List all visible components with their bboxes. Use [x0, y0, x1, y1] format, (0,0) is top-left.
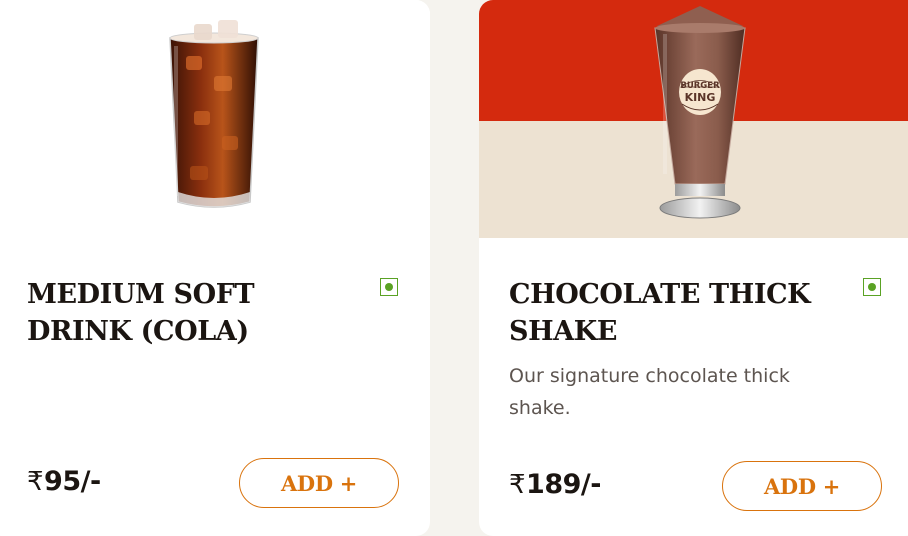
product-image-area — [0, 0, 430, 238]
product-description: Our signature chocolate thick shake. — [509, 365, 790, 419]
rupee-symbol: ₹ — [509, 470, 526, 500]
product-image-area: BURGER KING — [479, 0, 908, 238]
price-value: 189/- — [526, 469, 601, 500]
logo-text-top: BURGER — [680, 81, 720, 91]
add-to-cart-button[interactable]: ADD + — [722, 461, 882, 511]
product-card-chocolate-shake[interactable]: BURGER KING CHOCOLATE THICK SHAKE Our si… — [479, 0, 908, 536]
cola-glass-image — [169, 20, 259, 208]
product-card-cola[interactable]: MEDIUM SOFT DRINK (COLA) ₹95/- ADD + — [0, 0, 430, 536]
veg-indicator-icon — [863, 278, 881, 296]
rupee-symbol: ₹ — [27, 467, 44, 497]
price-value: 95/- — [44, 466, 101, 497]
product-title: CHOCOLATE THICK SHAKE — [509, 279, 811, 347]
veg-indicator-icon — [380, 278, 398, 296]
product-title: MEDIUM SOFT DRINK (COLA) — [27, 279, 255, 347]
chocolate-shake-image: BURGER KING — [654, 6, 746, 219]
product-price: ₹95/- — [27, 466, 101, 497]
add-to-cart-button[interactable]: ADD + — [239, 458, 399, 508]
product-price: ₹189/- — [509, 469, 601, 500]
logo-text-bottom: KING — [685, 91, 716, 104]
